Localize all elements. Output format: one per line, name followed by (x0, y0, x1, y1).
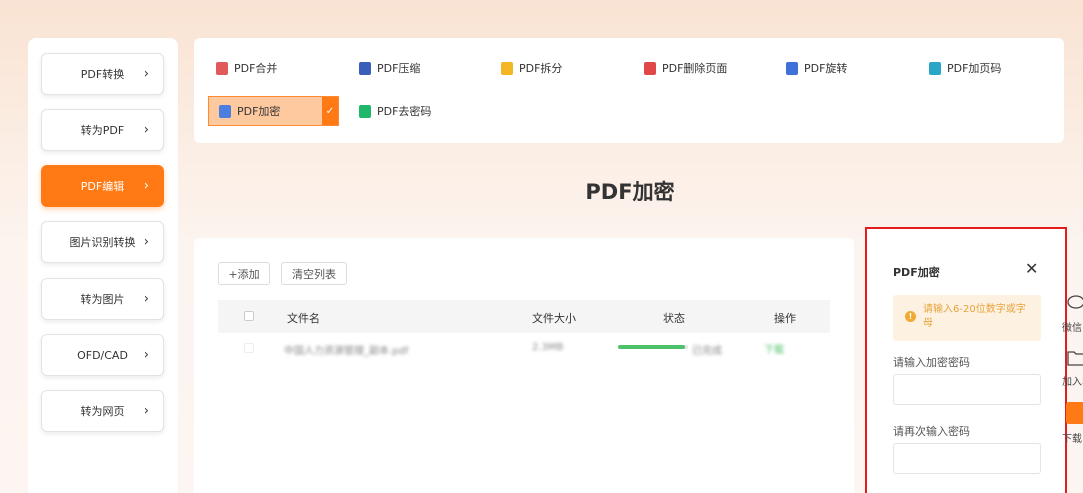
sidebar-item-label: 转为图片 (80, 293, 125, 306)
tool-pdf-delete-page[interactable]: PDF删除页面 (644, 53, 727, 83)
table-row: 中国人力资源管理_副本.pdf 2.3MB 已完成 下载 (218, 333, 830, 365)
rotate-icon (786, 61, 798, 75)
progress-bar (618, 345, 688, 349)
file-list-panel: +添加 清空列表 文件名 文件大小 状态 操作 中国人力资源管理_副本.pdf … (194, 238, 854, 493)
sidebar-item-to-pdf[interactable]: 转为PDF › (41, 109, 164, 151)
folder-icon[interactable] (1066, 349, 1083, 367)
sidebar-item-pdf-edit[interactable]: PDF编辑 › (41, 165, 164, 207)
compress-icon (359, 61, 371, 75)
column-filename: 文件名 (287, 312, 320, 325)
page-number-icon (929, 61, 941, 75)
chevron-right-icon: › (143, 178, 149, 194)
tool-pdf-remove-password[interactable]: PDF去密码 (359, 96, 431, 126)
sidebar-item-label: PDF转换 (80, 68, 125, 81)
lock-icon (219, 104, 231, 118)
sidebar-item-label: PDF编辑 (80, 180, 125, 193)
sidebar-item-ocr-convert[interactable]: 图片识别转换 › (41, 221, 164, 263)
tool-label: PDF旋转 (804, 62, 848, 75)
tool-label: PDF去密码 (377, 105, 432, 118)
page-title: PDF加密 (585, 180, 675, 204)
file-size: 2.3MB (532, 342, 564, 353)
chevron-right-icon: › (143, 234, 149, 250)
chevron-right-icon: › (143, 347, 149, 363)
sidebar-item-label: 转为PDF (80, 124, 125, 137)
unlock-icon (359, 104, 371, 118)
clear-list-button[interactable]: 清空列表 (281, 262, 347, 285)
download-label[interactable]: 下载 (1062, 430, 1082, 445)
sidebar-item-label: 图片识别转换 (69, 236, 136, 249)
delete-page-icon (644, 61, 656, 75)
merge-icon (216, 61, 228, 75)
chevron-right-icon: › (143, 122, 149, 138)
tool-pdf-rotate[interactable]: PDF旋转 (786, 53, 847, 83)
tool-panel: PDF合并 PDF压缩 PDF拆分 PDF删除页面 PDF旋转 PDF加页码 P… (194, 38, 1064, 143)
select-all-checkbox[interactable] (244, 311, 254, 321)
add-file-button[interactable]: +添加 (218, 262, 270, 285)
hint-box: ! 请输入6-20位数字或字母 (893, 295, 1041, 341)
add-favorite-label[interactable]: 加入收 (1062, 373, 1083, 388)
sidebar-item-ofd-cad[interactable]: OFD/CAD › (41, 334, 164, 376)
tool-label: PDF删除页面 (662, 62, 728, 75)
wechat-label[interactable]: 微信 (1062, 319, 1082, 334)
password-label: 请输入加密密码 (893, 356, 970, 369)
tool-pdf-page-number[interactable]: PDF加页码 (929, 53, 1001, 83)
check-icon: ✓ (322, 97, 338, 125)
sidebar-item-label: OFD/CAD (77, 348, 128, 362)
file-name: 中国人力资源管理_副本.pdf (284, 346, 409, 357)
column-filesize: 文件大小 (532, 312, 576, 325)
close-icon[interactable]: ✕ (1025, 259, 1038, 278)
tool-pdf-encrypt[interactable]: PDF加密 ✓ (208, 96, 339, 126)
sidebar-item-to-webpage[interactable]: 转为网页 › (41, 390, 164, 432)
tool-pdf-split[interactable]: PDF拆分 (501, 53, 562, 83)
sidebar-item-pdf-convert[interactable]: PDF转换 › (41, 53, 164, 95)
progress-fill (618, 345, 685, 349)
chevron-right-icon: › (143, 403, 149, 419)
confirm-password-input[interactable] (893, 443, 1041, 474)
tool-pdf-compress[interactable]: PDF压缩 (359, 53, 420, 83)
sidebar-item-to-image[interactable]: 转为图片 › (41, 278, 164, 320)
row-checkbox[interactable] (244, 343, 254, 353)
table-header: 文件名 文件大小 状态 操作 (218, 300, 830, 333)
download-button[interactable]: 下载 (764, 341, 784, 356)
tool-pdf-merge[interactable]: PDF合并 (216, 53, 277, 83)
sidebar-item-label: 转为网页 (80, 405, 125, 418)
chevron-right-icon: › (143, 66, 149, 82)
tool-label: PDF合并 (234, 62, 278, 75)
password-input[interactable] (893, 374, 1041, 405)
wechat-icon[interactable] (1066, 294, 1083, 312)
confirm-password-label: 请再次输入密码 (893, 425, 970, 438)
split-icon (501, 61, 513, 75)
panel-title: PDF加密 (893, 266, 940, 279)
column-actions: 操作 (774, 312, 796, 325)
sidebar: PDF转换 › 转为PDF › PDF编辑 › 图片识别转换 › 转为图片 › … (28, 38, 178, 493)
tool-label: PDF加密 (237, 105, 281, 118)
tool-label: PDF拆分 (519, 62, 563, 75)
download-app-icon[interactable] (1066, 402, 1083, 424)
encrypt-settings-panel: PDF加密 ✕ ! 请输入6-20位数字或字母 请输入加密密码 请再次输入密码 (865, 227, 1067, 493)
column-status: 状态 (663, 312, 685, 325)
hint-text: 请输入6-20位数字或字母 (923, 304, 1026, 329)
status-text: 已完成 (692, 346, 722, 357)
tool-label: PDF加页码 (947, 62, 1002, 75)
chevron-right-icon: › (143, 291, 149, 307)
warning-icon: ! (905, 311, 916, 322)
tool-label: PDF压缩 (377, 62, 421, 75)
